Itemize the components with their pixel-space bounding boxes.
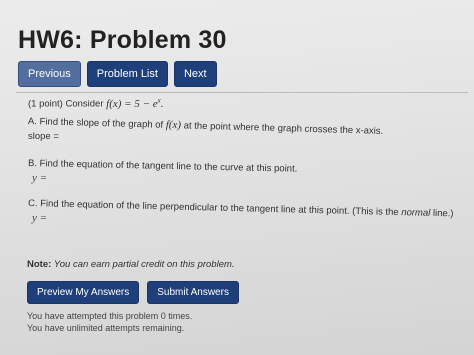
part-c-answer-label: y = bbox=[32, 212, 48, 224]
function-exponent: x bbox=[157, 96, 161, 104]
note-text: You can earn partial credit on this prob… bbox=[53, 259, 235, 270]
problem-nav: Previous Problem List Next bbox=[18, 61, 217, 87]
part-a-func: f(x) bbox=[165, 118, 182, 132]
attempts-count: You have attempted this problem 0 times. bbox=[27, 311, 193, 321]
page-title: HW6: Problem 30 bbox=[18, 26, 227, 54]
attempts-remaining: You have unlimited attempts remaining. bbox=[27, 323, 185, 333]
submit-answers-button[interactable]: Submit Answers bbox=[147, 281, 239, 304]
points-label: (1 point) Consider bbox=[28, 98, 104, 110]
function-expression: f(x) = 5 − ex. bbox=[106, 96, 164, 110]
part-a-answer-label: slope = bbox=[28, 131, 59, 142]
problem-statement: (1 point) Consider f(x) = 5 − ex. bbox=[28, 96, 164, 110]
problem-list-button[interactable]: Problem List bbox=[86, 61, 168, 87]
attempts-status: You have attempted this problem 0 times.… bbox=[27, 310, 192, 334]
part-b-answer-label: y = bbox=[32, 172, 48, 184]
part-c-text-end: line.) bbox=[432, 207, 454, 220]
preview-answers-button[interactable]: Preview My Answers bbox=[27, 281, 140, 304]
answer-actions: Preview My Answers Submit Answers bbox=[27, 281, 239, 304]
page: HW6: Problem 30 Previous Problem List Ne… bbox=[0, 0, 474, 355]
next-button[interactable]: Next bbox=[173, 61, 217, 87]
previous-button[interactable]: Previous bbox=[18, 61, 81, 87]
part-c-emphasis: normal bbox=[401, 207, 431, 219]
note-label: Note: bbox=[27, 259, 52, 270]
partial-credit-note: Note: You can earn partial credit on thi… bbox=[27, 259, 235, 270]
